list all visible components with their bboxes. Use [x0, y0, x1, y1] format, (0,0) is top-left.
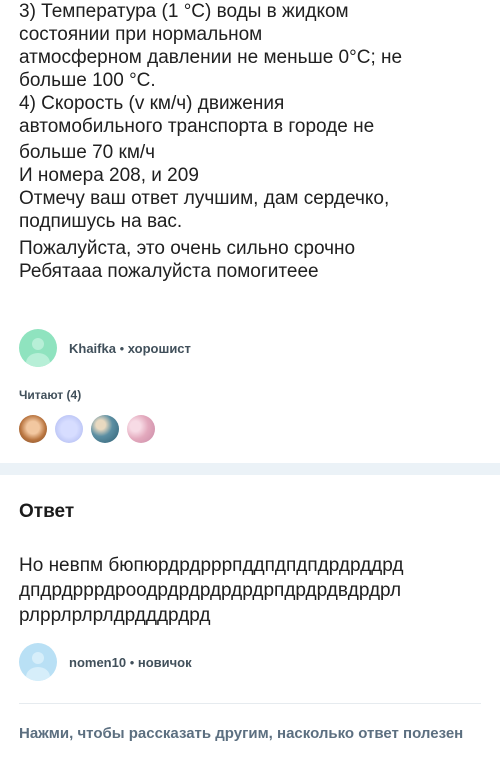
- reader-avatar[interactable]: [127, 415, 155, 443]
- answer-text: Но невпм бюпюрдрдрррпддпдпдпдрдрддрд дпд…: [19, 553, 489, 628]
- answer-title: Ответ: [19, 501, 75, 522]
- question-line: состоянии при нормальном: [19, 24, 263, 45]
- question-line: больше 100 °С.: [19, 70, 156, 91]
- asker-name[interactable]: Khaifka: [69, 341, 116, 356]
- rate-helpfulness-link[interactable]: Нажми, чтобы рассказать другим, наскольк…: [19, 724, 489, 744]
- answerer-name[interactable]: nomen10: [69, 655, 126, 670]
- reader-avatar[interactable]: [19, 415, 47, 443]
- user-silhouette-icon: [26, 667, 50, 681]
- section-divider: [0, 463, 500, 475]
- question-line: атмосферном давлении не меньше 0°С; не: [19, 47, 403, 68]
- question-line: 3) Температура (1 °С) воды в жидком: [19, 1, 349, 22]
- asker-rank: хорошист: [127, 340, 191, 356]
- reader-avatar[interactable]: [55, 415, 83, 443]
- question-line: автомобильного транспорта в городе не: [19, 116, 375, 137]
- question-line: Ребятааа пожалуйста помогитеее: [19, 261, 319, 282]
- question-line: Отмечу ваш ответ лучшим, дам сердечко,: [19, 188, 390, 209]
- user-silhouette-icon: [32, 652, 44, 664]
- reader-avatar[interactable]: [91, 415, 119, 443]
- separator-dot: •: [115, 340, 128, 356]
- answerer-avatar[interactable]: [19, 643, 57, 681]
- question-line: подпишусь на вас.: [19, 211, 183, 232]
- separator-dot: •: [126, 654, 138, 670]
- answerer-row[interactable]: nomen10 • новичок: [19, 643, 192, 681]
- user-silhouette-icon: [32, 338, 44, 350]
- answer-line: Но невпм бюпюрдрдрррпддпдпдпдрдрддрд: [19, 555, 404, 576]
- asker-avatar[interactable]: [19, 329, 57, 367]
- question-line: И номера 208, и 209: [19, 165, 199, 186]
- asker-info[interactable]: Khaifka • хорошист: [69, 341, 191, 356]
- question-text: 3) Температура (1 °С) воды в жидком сост…: [19, 0, 489, 283]
- question-line: больше 70 км/ч: [19, 142, 156, 163]
- user-silhouette-icon: [26, 353, 50, 367]
- answer-line: дпдрдрррдроодрдрдрдрдрдрпдрдрдвдрдрл: [19, 580, 402, 601]
- answer-line: рлррлрлрлдрдддрдрд: [19, 605, 211, 626]
- question-line: Пожалуйста, это очень сильно срочно: [19, 238, 356, 259]
- readers-label: Читают (4): [19, 388, 82, 402]
- separator-line: [19, 703, 481, 704]
- readers-list: [19, 415, 163, 443]
- asker-row[interactable]: Khaifka • хорошист: [19, 329, 191, 367]
- answerer-rank: новичок: [137, 654, 192, 670]
- question-line: 4) Скорость (v км/ч) движения: [19, 93, 285, 114]
- answerer-info[interactable]: nomen10 • новичок: [69, 655, 192, 670]
